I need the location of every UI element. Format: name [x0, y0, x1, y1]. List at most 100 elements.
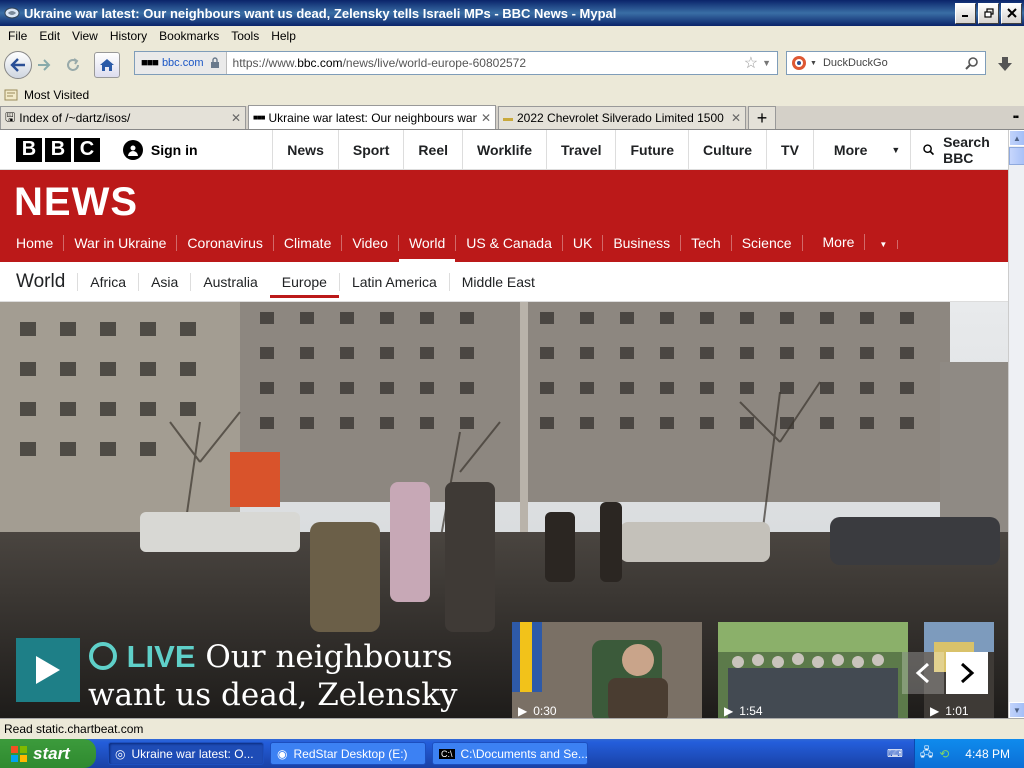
tab-close-icon[interactable]: ✕	[481, 111, 491, 125]
newsnav-world[interactable]: World	[398, 235, 456, 263]
world-section-title[interactable]: World	[16, 271, 65, 293]
bookmark-star-icon[interactable]: ☆	[744, 53, 758, 73]
topnav-more-label: More	[833, 141, 868, 158]
clock[interactable]: 4:48 PM	[965, 747, 1010, 761]
minimize-icon	[961, 15, 968, 17]
duckduckgo-engine-icon[interactable]	[791, 55, 807, 71]
bbc-logo[interactable]: B B C	[0, 130, 123, 169]
video-duration: ▶ 1:01	[930, 704, 969, 718]
forward-button[interactable]	[34, 55, 54, 75]
site-identity-button[interactable]: ■■■ bbc.com	[135, 52, 227, 74]
tab-close-icon[interactable]: ✕	[231, 111, 241, 125]
account-icon	[122, 139, 143, 160]
subnav-europe[interactable]: Europe	[269, 274, 339, 298]
status-text: Read static.chartbeat.com	[4, 722, 144, 736]
scroll-down-button[interactable]: ▼	[1009, 702, 1024, 718]
url-dropdown-icon[interactable]: ▼	[762, 58, 771, 68]
subnav-australia[interactable]: Australia	[190, 272, 269, 291]
back-button[interactable]	[4, 51, 32, 79]
tab-bbc-ukraine[interactable]: ■■■ Ukraine war latest: Our neighbours w…	[248, 105, 496, 129]
download-arrow-icon	[998, 57, 1012, 71]
minimize-button[interactable]	[955, 2, 976, 24]
menu-edit[interactable]: Edit	[39, 29, 60, 43]
search-bar[interactable]: ▼ DuckDuckGo	[786, 51, 986, 75]
network-tray-icon[interactable]: 🖧	[920, 743, 933, 764]
topnav-news[interactable]: News	[272, 130, 338, 169]
carousel-next-button[interactable]	[946, 652, 988, 694]
topnav-tv[interactable]: TV	[766, 130, 813, 169]
search-bbc-button[interactable]: Search BBC	[910, 130, 1008, 169]
system-tray: ⌨ 🖧 ⟲ 4:48 PM	[887, 739, 1024, 768]
tab-strip: 🖫 Index of /~dartz/isos/ ✕ ■■■ Ukraine w…	[0, 105, 1024, 130]
subnav-latin-america[interactable]: Latin America	[338, 272, 449, 291]
subnav-middle-east[interactable]: Middle East	[448, 272, 547, 291]
new-tab-button[interactable]: +	[748, 106, 776, 129]
start-button[interactable]: start	[0, 739, 96, 768]
url-text[interactable]: https://www.bbc.com/news/live/world-euro…	[227, 56, 744, 70]
topnav-culture[interactable]: Culture	[688, 130, 766, 169]
scroll-up-button[interactable]: ▲	[1009, 130, 1024, 146]
topnav-travel[interactable]: Travel	[545, 130, 615, 169]
site-identity-icon: ■■■	[141, 57, 159, 69]
newsnav-climate[interactable]: Climate	[274, 235, 343, 251]
taskbar-item-browser[interactable]: ◎ Ukraine war latest: O...	[108, 742, 264, 765]
subnav-africa[interactable]: Africa	[77, 272, 138, 291]
subnav-asia[interactable]: Asia	[138, 272, 190, 291]
newsnav-more[interactable]: More ▼	[803, 233, 909, 253]
scroll-thumb[interactable]	[1009, 147, 1024, 165]
carousel-prev-button[interactable]	[902, 652, 944, 694]
topnav-sport[interactable]: Sport	[337, 130, 404, 169]
engine-dropdown-icon[interactable]: ▼	[810, 60, 817, 67]
taskbar-item-redstar[interactable]: ◉ RedStar Desktop (E:)	[270, 742, 426, 765]
menu-bookmarks[interactable]: Bookmarks	[159, 29, 219, 43]
search-input[interactable]: DuckDuckGo	[823, 57, 965, 69]
video-thumb-zelensky[interactable]: ▶ 0:30	[512, 622, 702, 718]
topnav-reel[interactable]: Reel	[403, 130, 462, 169]
newsnav-video[interactable]: Video	[342, 235, 399, 251]
taskbar-item-label: RedStar Desktop (E:)	[293, 746, 408, 761]
tab-close-icon[interactable]: ✕	[731, 111, 741, 125]
menu-view[interactable]: View	[72, 29, 98, 43]
newsnav-tech[interactable]: Tech	[681, 235, 732, 251]
menu-file[interactable]: File	[8, 29, 27, 43]
tab-label: Ukraine war latest: Our neighbours want …	[268, 110, 477, 125]
taskbar-item-label: C:\Documents and Se...	[460, 746, 588, 761]
tab-chevrolet[interactable]: ▬ 2022 Chevrolet Silverado Limited 1500 …	[498, 106, 746, 129]
newsnav-uk[interactable]: UK	[563, 235, 604, 251]
address-bar[interactable]: ■■■ bbc.com https://www.bbc.com/news/liv…	[134, 51, 778, 75]
newsnav-war-in-ukraine[interactable]: War in Ukraine	[64, 235, 178, 251]
scroll-down-icon: ▼	[1013, 705, 1021, 715]
page-scrollbar[interactable]: ▲ ▼	[1008, 130, 1024, 718]
reload-button[interactable]	[62, 54, 84, 76]
taskbar-item-documents[interactable]: C:\ C:\Documents and Se...	[432, 742, 588, 765]
news-logo[interactable]: NEWS	[14, 180, 138, 225]
hero-section[interactable]: LIVE Our neighbours want us dead, Zelens…	[0, 302, 1008, 718]
keyboard-tray-icon[interactable]: ⌨	[887, 747, 903, 760]
home-button[interactable]	[94, 52, 120, 78]
tab-list-icon[interactable]: ▪▪	[1013, 112, 1019, 123]
window-titlebar: Ukraine war latest: Our neighbours want …	[0, 0, 1024, 26]
search-icon[interactable]	[965, 56, 979, 70]
video-thumb-crowd[interactable]: ▶ 1:54	[718, 622, 908, 718]
live-headline[interactable]: LIVE Our neighbours want us dead, Zelens…	[88, 638, 508, 714]
newsnav-coronavirus[interactable]: Coronavirus	[177, 235, 274, 251]
refresh-tray-icon[interactable]: ⟲	[939, 747, 949, 761]
newsnav-science[interactable]: Science	[732, 235, 803, 251]
menu-tools[interactable]: Tools	[231, 29, 259, 43]
topnav-future[interactable]: Future	[615, 130, 688, 169]
tab-isos-index[interactable]: 🖫 Index of /~dartz/isos/ ✕	[0, 106, 246, 129]
menu-history[interactable]: History	[110, 29, 147, 43]
topnav-worklife[interactable]: Worklife	[462, 130, 546, 169]
newsnav-business[interactable]: Business	[603, 235, 682, 251]
restore-button[interactable]	[978, 2, 999, 24]
topnav-more[interactable]: More ▼	[812, 130, 910, 169]
close-button[interactable]	[1001, 2, 1022, 24]
newsnav-us-canada[interactable]: US & Canada	[455, 235, 563, 251]
most-visited-bookmark[interactable]: Most Visited	[4, 88, 89, 102]
menu-help[interactable]: Help	[271, 29, 296, 43]
newsnav-home[interactable]: Home	[6, 235, 65, 251]
play-icon	[36, 656, 60, 684]
sign-in-link[interactable]: Sign in	[122, 130, 272, 169]
play-live-button[interactable]	[16, 638, 80, 702]
downloads-button[interactable]	[992, 52, 1018, 76]
